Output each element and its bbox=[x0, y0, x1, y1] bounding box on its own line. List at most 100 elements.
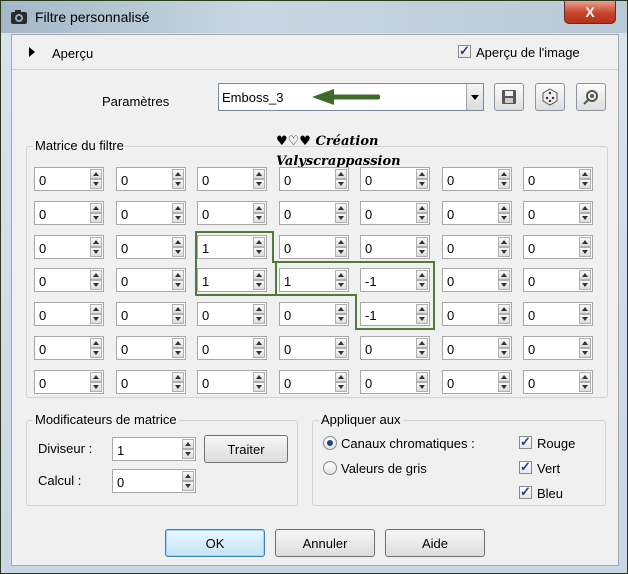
spin-down-icon[interactable] bbox=[172, 348, 184, 358]
matrix-cell[interactable]: 0 bbox=[442, 302, 512, 326]
spin-down-icon[interactable] bbox=[579, 280, 591, 290]
reset-button[interactable] bbox=[576, 83, 606, 111]
spin-down-icon[interactable] bbox=[335, 213, 347, 223]
matrix-cell[interactable]: 0 bbox=[442, 336, 512, 360]
spin-down-icon[interactable] bbox=[253, 213, 265, 223]
matrix-cell[interactable]: 0 bbox=[116, 201, 186, 225]
spin-up-icon[interactable] bbox=[579, 338, 591, 348]
matrix-cell[interactable]: 0 bbox=[442, 167, 512, 191]
spin-up-icon[interactable] bbox=[253, 338, 265, 348]
color-channels-radio[interactable] bbox=[323, 436, 337, 450]
spin-up-icon[interactable] bbox=[182, 471, 194, 481]
spin-down-icon[interactable] bbox=[335, 179, 347, 189]
spin-down-icon[interactable] bbox=[90, 247, 102, 257]
matrix-cell[interactable]: 0 bbox=[197, 370, 267, 394]
random-button[interactable] bbox=[535, 83, 565, 111]
spin-up-icon[interactable] bbox=[253, 372, 265, 382]
spin-down-icon[interactable] bbox=[498, 314, 510, 324]
spin-up-icon[interactable] bbox=[335, 338, 347, 348]
matrix-cell[interactable]: 0 bbox=[279, 167, 349, 191]
spin-down-icon[interactable] bbox=[416, 213, 428, 223]
matrix-cell[interactable]: 0 bbox=[197, 167, 267, 191]
spin-up-icon[interactable] bbox=[172, 237, 184, 247]
matrix-cell[interactable]: 0 bbox=[360, 336, 430, 360]
grayscale-radio[interactable] bbox=[323, 461, 337, 475]
spin-down-icon[interactable] bbox=[579, 348, 591, 358]
matrix-cell[interactable]: 0 bbox=[360, 167, 430, 191]
spin-up-icon[interactable] bbox=[172, 338, 184, 348]
spin-up-icon[interactable] bbox=[498, 203, 510, 213]
matrix-cell[interactable]: 0 bbox=[442, 235, 512, 259]
matrix-cell[interactable]: 0 bbox=[279, 302, 349, 326]
spin-up-icon[interactable] bbox=[416, 203, 428, 213]
red-checkbox[interactable] bbox=[519, 434, 532, 450]
spin-up-icon[interactable] bbox=[90, 270, 102, 280]
spin-up-icon[interactable] bbox=[416, 338, 428, 348]
spin-up-icon[interactable] bbox=[416, 372, 428, 382]
matrix-cell[interactable]: 0 bbox=[523, 302, 593, 326]
spin-down-icon[interactable] bbox=[579, 314, 591, 324]
matrix-cell[interactable]: -1 bbox=[360, 302, 430, 326]
matrix-cell[interactable]: 0 bbox=[116, 302, 186, 326]
spin-up-icon[interactable] bbox=[416, 237, 428, 247]
spin-down-icon[interactable] bbox=[335, 247, 347, 257]
apply-matrix-button[interactable]: Traiter bbox=[204, 435, 288, 463]
spin-down-icon[interactable] bbox=[498, 382, 510, 392]
matrix-cell[interactable]: 0 bbox=[34, 336, 104, 360]
matrix-cell[interactable]: 0 bbox=[442, 370, 512, 394]
spin-up-icon[interactable] bbox=[253, 169, 265, 179]
spin-up-icon[interactable] bbox=[579, 203, 591, 213]
spin-down-icon[interactable] bbox=[253, 179, 265, 189]
spin-down-icon[interactable] bbox=[182, 481, 194, 491]
matrix-cell[interactable]: 0 bbox=[197, 201, 267, 225]
spin-up-icon[interactable] bbox=[253, 304, 265, 314]
spin-up-icon[interactable] bbox=[172, 169, 184, 179]
spin-up-icon[interactable] bbox=[172, 304, 184, 314]
spin-down-icon[interactable] bbox=[335, 280, 347, 290]
matrix-cell[interactable]: 0 bbox=[360, 235, 430, 259]
matrix-cell[interactable]: 0 bbox=[34, 201, 104, 225]
matrix-cell[interactable]: 0 bbox=[523, 235, 593, 259]
spin-up-icon[interactable] bbox=[579, 372, 591, 382]
spin-up-icon[interactable] bbox=[416, 270, 428, 280]
save-preset-button[interactable] bbox=[494, 83, 524, 111]
matrix-cell[interactable]: 1 bbox=[197, 235, 267, 259]
spin-down-icon[interactable] bbox=[498, 179, 510, 189]
spin-up-icon[interactable] bbox=[498, 338, 510, 348]
spin-up-icon[interactable] bbox=[335, 203, 347, 213]
matrix-cell[interactable]: 0 bbox=[34, 235, 104, 259]
spin-down-icon[interactable] bbox=[498, 247, 510, 257]
spin-up-icon[interactable] bbox=[498, 372, 510, 382]
matrix-cell[interactable]: 0 bbox=[523, 268, 593, 292]
title-bar[interactable]: Filtre personnalisé X bbox=[1, 1, 627, 33]
spin-up-icon[interactable] bbox=[182, 439, 194, 449]
spin-up-icon[interactable] bbox=[498, 304, 510, 314]
spin-down-icon[interactable] bbox=[90, 348, 102, 358]
green-checkbox[interactable] bbox=[519, 459, 532, 475]
bias-spinbox[interactable]: 0 bbox=[112, 469, 196, 493]
spin-up-icon[interactable] bbox=[253, 203, 265, 213]
spin-down-icon[interactable] bbox=[253, 280, 265, 290]
spin-down-icon[interactable] bbox=[253, 314, 265, 324]
spin-up-icon[interactable] bbox=[335, 169, 347, 179]
spin-up-icon[interactable] bbox=[335, 270, 347, 280]
spin-down-icon[interactable] bbox=[253, 247, 265, 257]
matrix-cell[interactable]: 1 bbox=[197, 268, 267, 292]
spin-down-icon[interactable] bbox=[90, 382, 102, 392]
spin-up-icon[interactable] bbox=[579, 304, 591, 314]
help-button[interactable]: Aide bbox=[385, 529, 485, 557]
spin-down-icon[interactable] bbox=[253, 382, 265, 392]
spin-up-icon[interactable] bbox=[90, 203, 102, 213]
preview-label[interactable]: Aperçu bbox=[52, 46, 93, 61]
spin-up-icon[interactable] bbox=[172, 270, 184, 280]
spin-up-icon[interactable] bbox=[579, 270, 591, 280]
spin-up-icon[interactable] bbox=[90, 237, 102, 247]
matrix-cell[interactable]: 1 bbox=[279, 268, 349, 292]
spin-up-icon[interactable] bbox=[335, 237, 347, 247]
matrix-cell[interactable]: 0 bbox=[279, 235, 349, 259]
spin-down-icon[interactable] bbox=[90, 280, 102, 290]
spin-up-icon[interactable] bbox=[90, 372, 102, 382]
spin-down-icon[interactable] bbox=[90, 314, 102, 324]
spin-down-icon[interactable] bbox=[416, 247, 428, 257]
spin-down-icon[interactable] bbox=[416, 348, 428, 358]
